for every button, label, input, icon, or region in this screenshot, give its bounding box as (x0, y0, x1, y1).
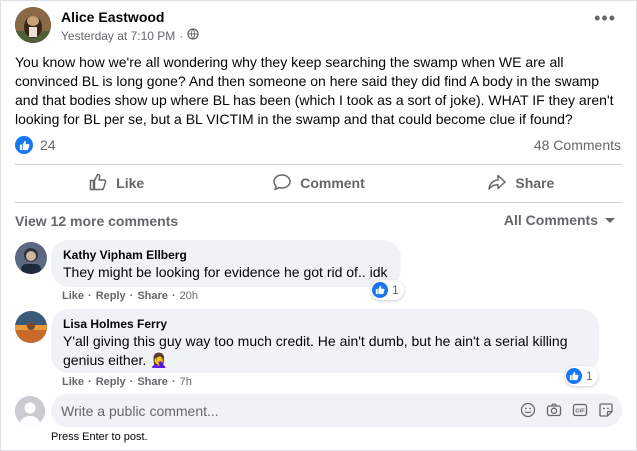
like-reaction-icon (372, 282, 388, 298)
separator: · (88, 290, 92, 302)
globe-icon (187, 28, 199, 43)
like-button[interactable]: Like (15, 167, 217, 199)
comment-reactions[interactable]: 1 (371, 280, 404, 300)
comment-reaction-count: 1 (392, 283, 399, 297)
comment-like-link[interactable]: Like (62, 290, 84, 302)
comment-time[interactable]: 20h (180, 290, 198, 302)
comment-input[interactable] (51, 401, 503, 420)
sticker-icon[interactable] (598, 402, 614, 418)
separator: · (88, 376, 92, 388)
separator: · (171, 376, 176, 388)
commenter-avatar[interactable] (15, 242, 47, 274)
composer-tools: GIF (520, 402, 614, 418)
like-reaction-icon (15, 136, 33, 154)
commenter-name[interactable]: Lisa Holmes Ferry (63, 316, 587, 332)
post-timestamp[interactable]: Yesterday at 7:10 PM (61, 29, 175, 43)
commenter-name[interactable]: Kathy Vipham Ellberg (63, 247, 389, 263)
separator: · (171, 290, 176, 302)
chevron-down-icon (604, 212, 616, 228)
author-name[interactable]: Alice Eastwood (61, 9, 164, 25)
comment-text: They might be looking for evidence he go… (63, 264, 388, 280)
current-user-avatar[interactable] (15, 396, 45, 426)
like-reaction-icon (566, 368, 582, 384)
post-card: Alice Eastwood Yesterday at 7:10 PM · ••… (0, 0, 637, 451)
reaction-summary[interactable]: 24 (15, 136, 56, 154)
author-avatar[interactable] (15, 7, 51, 43)
comment-bubble: Kathy Vipham Ellberg They might be looki… (51, 240, 401, 287)
comment-like-link[interactable]: Like (62, 376, 84, 388)
divider (15, 202, 622, 203)
comment-filter-label: All Comments (503, 212, 598, 228)
comment-share-link[interactable]: Share (137, 290, 168, 302)
post-actions: Like Comment Share (15, 167, 622, 199)
like-label: Like (116, 175, 145, 191)
share-label: Share (515, 175, 555, 191)
commenter-avatar[interactable] (15, 311, 47, 343)
comment-icon (272, 172, 292, 195)
comment-bubble: Lisa Holmes Ferry Y'all giving this guy … (51, 309, 599, 373)
share-icon (487, 172, 507, 195)
comment-composer[interactable]: GIF (51, 394, 622, 427)
comment-label: Comment (300, 175, 365, 191)
composer-hint: Press Enter to post. (51, 431, 148, 443)
post-meta: Yesterday at 7:10 PM · (61, 28, 199, 43)
camera-icon[interactable] (546, 402, 562, 418)
meta-separator: · (179, 28, 184, 43)
comment-filter-dropdown[interactable]: All Comments (504, 212, 616, 228)
comment-time[interactable]: 7h (180, 376, 192, 388)
more-icon[interactable]: ••• (594, 9, 616, 27)
comment-text: Y'all giving this guy way too much credi… (63, 333, 568, 368)
separator: · (129, 290, 134, 302)
like-icon (88, 172, 108, 195)
comment-reply-link[interactable]: Reply (96, 376, 126, 388)
share-button[interactable]: Share (420, 167, 622, 199)
separator: · (129, 376, 134, 388)
post-body: You know how we're all wondering why the… (15, 54, 614, 127)
comment-reaction-count: 1 (586, 369, 593, 383)
gif-icon[interactable]: GIF (572, 402, 588, 418)
comment-button[interactable]: Comment (217, 167, 419, 199)
divider (15, 164, 622, 165)
svg-text:GIF: GIF (575, 409, 585, 415)
emoji-icon[interactable] (520, 402, 536, 418)
comment-reply-link[interactable]: Reply (96, 290, 126, 302)
comment-reactions[interactable]: 1 (565, 366, 598, 386)
reaction-count: 24 (40, 137, 56, 153)
view-more-comments-link[interactable]: View 12 more comments (15, 213, 178, 229)
comment-actions: Like · Reply · Share · 20h (62, 290, 198, 302)
comment-share-link[interactable]: Share (137, 376, 168, 388)
comment-count[interactable]: 48 Comments (534, 137, 621, 153)
comment-actions: Like · Reply · Share · 7h (62, 376, 192, 388)
